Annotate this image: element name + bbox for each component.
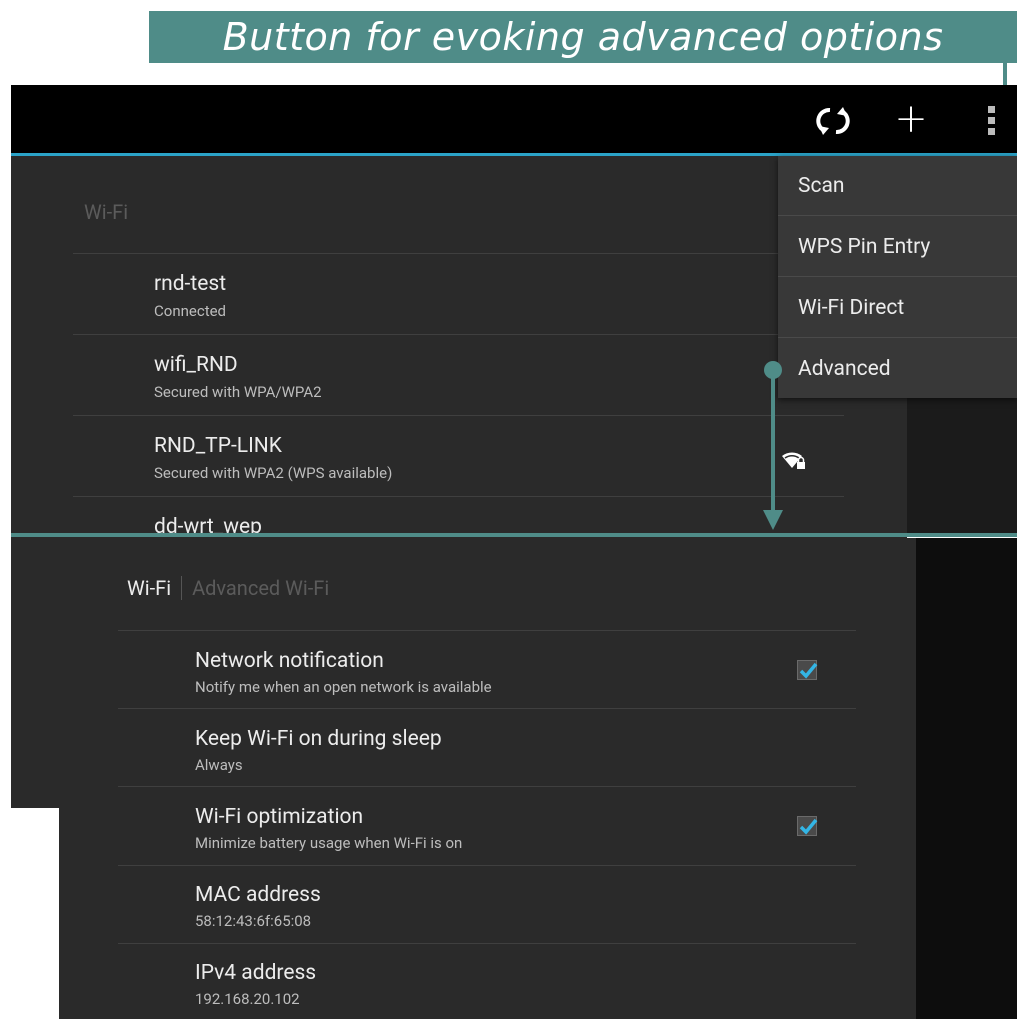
divider xyxy=(118,630,856,631)
callout-text: Button for evoking advanced options xyxy=(222,15,944,59)
setting-title: MAC address xyxy=(195,883,321,907)
network-name: wifi_RND xyxy=(154,353,238,377)
advanced-pointer-line xyxy=(771,375,775,513)
wifi-lock-signal-icon xyxy=(781,449,807,475)
add-icon[interactable]: + xyxy=(889,96,933,142)
setting-summary: 58:12:43:6f:65:08 xyxy=(195,912,312,930)
setting-summary: Minimize battery usage when Wi-Fi is on xyxy=(195,834,463,852)
refresh-icon[interactable] xyxy=(811,101,855,141)
setting-title: Keep Wi-Fi on during sleep xyxy=(195,727,442,751)
network-status: Secured with WPA2 (WPS available) xyxy=(154,464,393,482)
action-bar: + xyxy=(11,85,1017,153)
divider xyxy=(118,943,856,944)
advanced-wifi-panel xyxy=(59,538,916,1019)
divider xyxy=(73,415,844,416)
divider xyxy=(118,708,856,709)
menu-item-advanced[interactable]: Advanced xyxy=(778,339,1017,399)
divider xyxy=(73,496,844,497)
advanced-wifi-side xyxy=(916,538,1017,1019)
breadcrumb-root[interactable]: Wi-Fi xyxy=(127,576,171,600)
divider xyxy=(73,334,844,335)
divider xyxy=(73,253,844,254)
check-icon xyxy=(799,818,818,835)
setting-title: Network notification xyxy=(195,649,384,673)
network-status: Connected xyxy=(154,302,227,320)
overflow-menu-icon[interactable] xyxy=(978,103,1004,137)
network-name: rnd-test xyxy=(154,272,227,296)
breadcrumb-current: Advanced Wi-Fi xyxy=(192,576,330,600)
network-notification-checkbox[interactable] xyxy=(797,660,818,680)
menu-item-scan[interactable]: Scan xyxy=(778,156,1017,216)
menu-item-wps-pin-entry[interactable]: WPS Pin Entry xyxy=(778,217,1017,277)
setting-summary: Notify me when an open network is availa… xyxy=(195,678,492,696)
overflow-menu: Scan WPS Pin Entry Wi-Fi Direct Advanced xyxy=(778,156,1017,398)
breadcrumb-separator xyxy=(181,576,183,600)
setting-summary: 192.168.20.102 xyxy=(195,990,300,1008)
advanced-pointer-arrowhead xyxy=(763,510,783,530)
wifi-section-title: Wi-Fi xyxy=(84,200,129,224)
setting-summary: Always xyxy=(195,756,243,774)
wifi-optimization-checkbox[interactable] xyxy=(797,816,818,836)
setting-title: Wi-Fi optimization xyxy=(195,805,364,829)
add-glyph: + xyxy=(894,96,928,142)
divider xyxy=(118,865,856,866)
check-icon xyxy=(799,662,818,679)
setting-title: IPv4 address xyxy=(195,961,317,985)
network-status: Secured with WPA/WPA2 xyxy=(154,383,322,401)
callout-banner: Button for evoking advanced options xyxy=(149,11,1017,63)
breadcrumb: Wi-Fi Advanced Wi-Fi xyxy=(127,576,329,600)
network-name: RND_TP-LINK xyxy=(154,434,282,458)
section-separator-line xyxy=(11,533,1017,537)
menu-item-wifi-direct[interactable]: Wi-Fi Direct xyxy=(778,278,1017,338)
divider xyxy=(118,786,856,787)
